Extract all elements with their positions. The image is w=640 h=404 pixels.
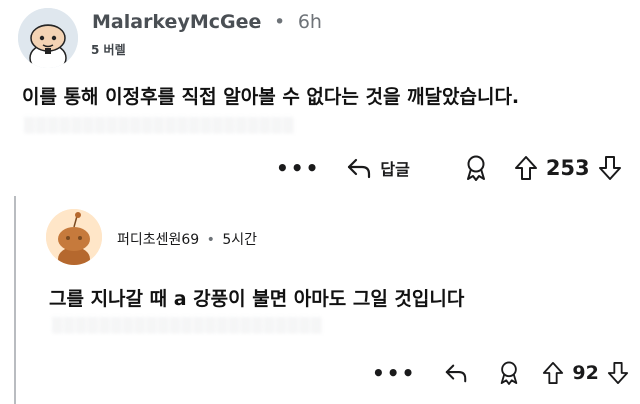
comment-body: 그를 지나갈 때 a 강풍이 불면 아마도 그일 것입니다 bbox=[49, 288, 465, 310]
reply-arrow-icon bbox=[348, 158, 371, 179]
comment-actions: ••• 92 bbox=[372, 356, 629, 390]
downvote-button[interactable] bbox=[598, 155, 622, 181]
separator-dot: • bbox=[206, 232, 215, 248]
vote-score: 92 bbox=[572, 362, 599, 384]
user-flair: 5 버렐 bbox=[91, 43, 126, 57]
reply-button[interactable] bbox=[444, 362, 468, 384]
award-icon bbox=[466, 155, 485, 181]
reply-button[interactable]: 답글 bbox=[346, 156, 410, 180]
snoo-avatar-icon bbox=[18, 8, 78, 68]
upvote-button[interactable] bbox=[542, 361, 564, 385]
vote-controls: 253 bbox=[514, 155, 622, 181]
award-icon bbox=[501, 361, 518, 385]
username[interactable]: MalarkeyMcGee bbox=[92, 11, 261, 33]
more-options-button[interactable]: ••• bbox=[372, 361, 416, 385]
more-options-button[interactable]: ••• bbox=[276, 156, 320, 180]
avatar[interactable] bbox=[46, 209, 102, 265]
timestamp[interactable]: 6h bbox=[298, 11, 322, 33]
comment-header: MalarkeyMcGee • 6h bbox=[92, 11, 322, 33]
reply-label: 답글 bbox=[380, 160, 410, 179]
faint-background-text: ▒▒▒▒▒▒▒▒▒▒▒▒▒▒▒▒▒▒▒▒▒▒▒ bbox=[24, 118, 295, 134]
award-button[interactable] bbox=[464, 155, 488, 181]
separator-dot: • bbox=[274, 11, 286, 33]
reply-arrow-icon bbox=[446, 364, 467, 383]
downvote-button[interactable] bbox=[607, 361, 629, 385]
faint-background-text: ▒▒▒▒▒▒▒▒▒▒▒▒▒▒▒▒▒▒▒▒▒▒▒ bbox=[52, 318, 323, 334]
timestamp[interactable]: 5시간 bbox=[222, 232, 257, 248]
upvote-button[interactable] bbox=[514, 155, 538, 181]
comment-header: 퍼디초센원69 • 5시간 bbox=[117, 229, 257, 249]
vote-controls: 92 bbox=[542, 361, 628, 385]
username[interactable]: 퍼디초센원69 bbox=[117, 232, 199, 248]
avatar[interactable] bbox=[18, 8, 78, 68]
comment-body: 이를 통해 이정후를 직접 알아볼 수 없다는 것을 깨달았습니다. bbox=[22, 86, 520, 108]
upvote-arrow-icon bbox=[514, 156, 537, 180]
downvote-arrow-icon bbox=[598, 156, 621, 180]
comment-actions: ••• 답글 253 bbox=[276, 151, 622, 185]
upvote-arrow-icon bbox=[543, 361, 564, 384]
snoo-avatar-icon bbox=[46, 209, 102, 265]
award-button[interactable] bbox=[498, 361, 520, 385]
vote-score: 253 bbox=[545, 156, 590, 180]
thread-line[interactable] bbox=[14, 196, 16, 404]
downvote-arrow-icon bbox=[607, 361, 628, 384]
